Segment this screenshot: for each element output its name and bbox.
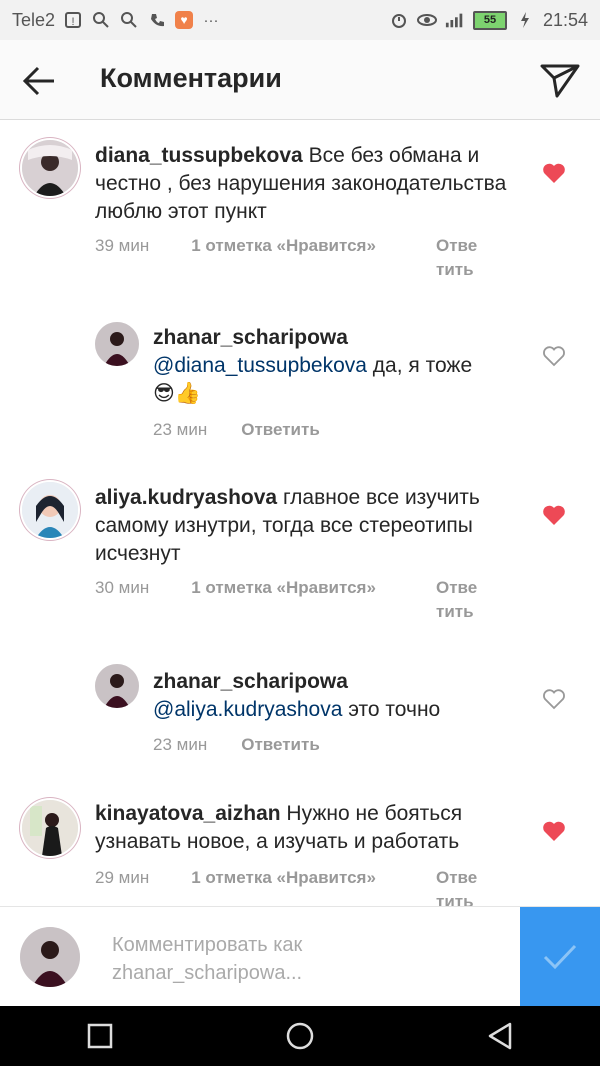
comment-input-placeholder-line2: zhanar_scharipowa... bbox=[112, 962, 303, 984]
charging-icon bbox=[515, 10, 535, 30]
reply-item: zhanar_scharipowa @diana_tussupbekova да… bbox=[0, 300, 600, 460]
avatar[interactable] bbox=[95, 322, 139, 366]
status-bar: Tele2 ! ♥ ··· 55 21:54 bbox=[0, 0, 600, 40]
more-notifications-icon: ··· bbox=[203, 11, 219, 29]
circle-icon bbox=[286, 1022, 314, 1050]
comment-meta: 30 мин 1 отметка «Нравится» bbox=[95, 578, 376, 598]
likes-count[interactable]: 1 отметка «Нравится» bbox=[191, 236, 376, 256]
eye-icon bbox=[416, 10, 437, 30]
comment-item: aliya.kudryashova главное все изучить са… bbox=[0, 462, 600, 642]
system-nav-bar bbox=[0, 1006, 600, 1066]
app-header: Комментарии bbox=[0, 40, 600, 120]
arrow-left-icon bbox=[22, 66, 54, 96]
comment-time: 23 мин bbox=[153, 735, 208, 754]
comment-item: kinayatova_aizhan Нужно не бояться узнав… bbox=[0, 780, 600, 906]
comment-body: это точно bbox=[342, 698, 441, 721]
svg-text:!: ! bbox=[72, 16, 75, 28]
avatar[interactable] bbox=[22, 482, 78, 538]
status-bar-right: 55 21:54 bbox=[389, 10, 588, 31]
heart-filled-icon[interactable] bbox=[542, 504, 566, 526]
sim-icon: ! bbox=[63, 10, 83, 30]
triangle-back-icon bbox=[488, 1022, 512, 1050]
heart-outline-icon[interactable] bbox=[542, 345, 566, 367]
clock: 21:54 bbox=[542, 9, 588, 30]
comment-text: zhanar_scharipowa @diana_tussupbekova да… bbox=[153, 324, 533, 408]
mention-link[interactable]: @diana_tussupbekova bbox=[153, 354, 367, 377]
mention-link[interactable]: @aliya.kudryashova bbox=[153, 698, 342, 721]
system-back-button[interactable] bbox=[470, 1006, 530, 1066]
home-button[interactable] bbox=[270, 1006, 330, 1066]
comment-time: 39 мин bbox=[95, 236, 150, 255]
checkmark-icon bbox=[543, 944, 577, 970]
app-notification-icon: ♥ bbox=[175, 11, 194, 29]
battery-indicator: 55 bbox=[472, 10, 507, 30]
heart-filled-icon[interactable] bbox=[542, 820, 566, 842]
comment-username[interactable]: aliya.kudryashova bbox=[95, 486, 277, 509]
signal-icon bbox=[445, 10, 465, 30]
reply-item: zhanar_scharipowa @aliya.kudryashova это… bbox=[0, 642, 600, 782]
reply-button[interactable]: Отве тить bbox=[436, 576, 490, 624]
reply-label-part2: тить bbox=[436, 260, 474, 279]
alarm-icon bbox=[389, 10, 409, 30]
comment-composer: Комментировать как zhanar_scharipowa... bbox=[0, 906, 600, 1007]
comment-meta: 29 мин 1 отметка «Нравится» bbox=[95, 868, 376, 888]
reply-label-part1: Отве bbox=[436, 868, 478, 887]
page-title: Комментарии bbox=[100, 63, 282, 93]
heart-filled-icon[interactable] bbox=[542, 162, 566, 184]
post-comment-button[interactable] bbox=[520, 907, 600, 1007]
comment-username[interactable]: diana_tussupbekova bbox=[95, 144, 303, 167]
reply-label-part2: тить bbox=[436, 602, 474, 621]
comment-meta: 23 мин Ответить bbox=[153, 420, 320, 440]
square-icon bbox=[87, 1023, 113, 1049]
comment-text: aliya.kudryashova главное все изучить са… bbox=[95, 484, 525, 568]
comment-meta: 23 мин Ответить bbox=[153, 735, 320, 755]
avatar[interactable] bbox=[95, 664, 139, 708]
comment-time: 29 мин bbox=[95, 868, 150, 887]
reply-button[interactable]: Отве тить bbox=[436, 866, 490, 906]
comment-meta: 39 мин 1 отметка «Нравится» bbox=[95, 236, 376, 256]
avatar[interactable] bbox=[22, 140, 78, 196]
reply-label-part1: Отве bbox=[436, 236, 478, 255]
carrier-label: Tele2 bbox=[12, 9, 56, 30]
comment-username[interactable]: zhanar_scharipowa bbox=[153, 324, 533, 352]
direct-send-icon bbox=[540, 64, 580, 98]
likes-count[interactable]: 1 отметка «Нравится» bbox=[191, 578, 376, 598]
missed-call-icon bbox=[147, 10, 167, 30]
comment-username[interactable]: kinayatova_aizhan bbox=[95, 802, 281, 825]
comment-time: 30 мин bbox=[95, 578, 150, 597]
comment-text: zhanar_scharipowa @aliya.kudryashova это… bbox=[153, 668, 533, 724]
search-icon bbox=[91, 10, 111, 30]
reply-button[interactable]: Ответить bbox=[241, 735, 320, 755]
share-button[interactable] bbox=[540, 60, 580, 100]
current-user-avatar bbox=[20, 927, 80, 987]
comment-body: да, я тоже bbox=[366, 354, 473, 377]
reply-label-part1: Отве bbox=[436, 578, 478, 597]
heart-outline-icon[interactable] bbox=[542, 688, 566, 710]
comment-text: diana_tussupbekova Все без обмана и чест… bbox=[95, 142, 525, 226]
comment-time: 23 мин bbox=[153, 420, 208, 439]
comment-text: kinayatova_aizhan Нужно не бояться узнав… bbox=[95, 800, 525, 856]
reply-button[interactable]: Отве тить bbox=[436, 234, 490, 282]
comment-input[interactable]: Комментировать как zhanar_scharipowa... bbox=[112, 931, 512, 987]
search-icon-2 bbox=[119, 10, 139, 30]
recents-button[interactable] bbox=[70, 1006, 130, 1066]
reply-button[interactable]: Ответить bbox=[241, 420, 320, 440]
back-button[interactable] bbox=[22, 64, 58, 98]
comment-username[interactable]: zhanar_scharipowa bbox=[153, 668, 533, 696]
avatar[interactable] bbox=[22, 800, 78, 856]
comment-emoji: 😎👍 bbox=[153, 382, 202, 405]
comment-input-placeholder-line1: Комментировать как bbox=[112, 934, 303, 956]
reply-label-part2: тить bbox=[436, 892, 474, 906]
status-bar-left: Tele2 ! ♥ ··· bbox=[12, 10, 221, 31]
likes-count[interactable]: 1 отметка «Нравится» bbox=[191, 868, 376, 888]
comment-item: diana_tussupbekova Все без обмана и чест… bbox=[0, 120, 600, 300]
